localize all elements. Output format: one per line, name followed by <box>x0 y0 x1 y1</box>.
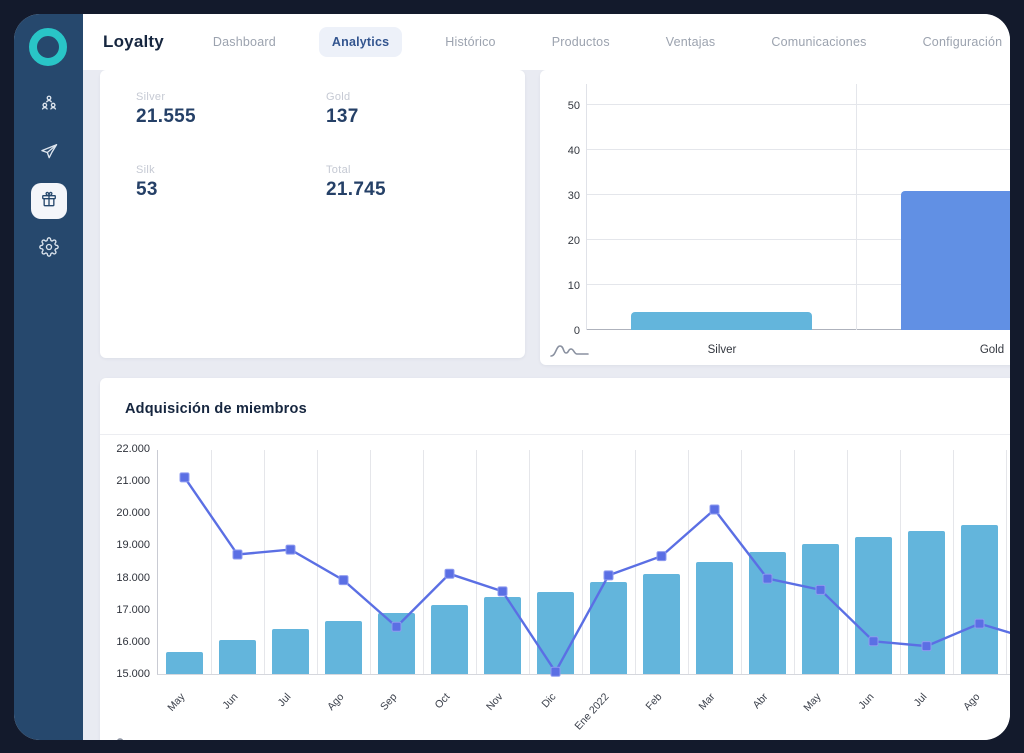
y-tick-label: 19.000 <box>104 539 150 551</box>
nav-tab-productos[interactable]: Productos <box>539 27 623 57</box>
y-tick-label: 20 <box>550 235 580 247</box>
team-icon <box>39 93 59 118</box>
tier-bar-chart: 01020304050SilverGold <box>586 84 1010 330</box>
data-point-oct <box>445 569 454 578</box>
y-tick-label: 16.000 <box>104 636 150 648</box>
app-window: Loyalty Dashboard Analytics Histórico Produ… <box>14 14 1010 740</box>
stat-value: 21.745 <box>326 179 525 201</box>
nav-tab-dashboard[interactable]: Dashboard <box>200 27 289 57</box>
header: Loyalty Dashboard Analytics Histórico Produ… <box>83 14 1010 70</box>
tier-bar-chart-card: 0 10 20 30 40 50 SilverGold <box>540 70 1010 365</box>
amcharts-logo-icon[interactable] <box>108 733 152 740</box>
amcharts-logo-icon[interactable] <box>548 340 592 360</box>
stat-label: Silver <box>136 91 326 103</box>
app-title: Loyalty <box>103 32 164 52</box>
y-tick-label: 22.000 <box>104 443 150 455</box>
stats-grid: Silver 21.555Gold 137 Silk 53Total 21.745 <box>100 70 525 201</box>
app-logo-icon <box>29 28 67 66</box>
member-acquisition-chart: 22.00021.00020.00019.00018.00017.00016.0… <box>157 450 1010 675</box>
stat-value: 53 <box>136 179 326 201</box>
sidebar-item-send[interactable] <box>31 135 67 171</box>
data-point-jun <box>869 637 878 646</box>
stat-gold: Gold 137 <box>326 91 525 128</box>
y-tick-label: 21.000 <box>104 475 150 487</box>
y-tick-label: 18.000 <box>104 572 150 584</box>
nav-tab-histórico[interactable]: Histórico <box>432 27 508 57</box>
y-tick-label: 0 <box>550 325 580 337</box>
divider <box>100 434 1010 435</box>
settings-icon <box>39 237 59 262</box>
stat-total: Total 21.745 <box>326 164 525 201</box>
y-tick-label: 50 <box>550 100 580 112</box>
data-point-sep <box>392 622 401 631</box>
member-acquisition-card: Adquisición de miembros 22.00021.00020.0… <box>100 378 1010 740</box>
main-nav: Dashboard Analytics Histórico Productos Vent… <box>200 27 1010 57</box>
stat-label: Total <box>326 164 525 176</box>
data-point-may <box>816 585 825 594</box>
send-icon <box>39 141 59 166</box>
stat-value: 21.555 <box>136 106 326 128</box>
stat-value: 137 <box>326 106 525 128</box>
sidebar-menu <box>14 87 83 267</box>
stat-label: Gold <box>326 91 525 103</box>
bar-gold <box>901 191 1010 331</box>
data-point-ago <box>975 619 984 628</box>
stat-silver: Silver 21.555 <box>136 91 326 128</box>
nav-tab-analytics[interactable]: Analytics <box>319 27 402 57</box>
x-tick-label: Silver <box>587 344 857 356</box>
data-point-may <box>180 473 189 482</box>
stat-label: Silk <box>136 164 326 176</box>
sidebar <box>14 14 83 740</box>
data-point-ene-2022 <box>604 571 613 580</box>
membership-stats-card: Silver 21.555Gold 137 Silk 53Total 21.745 <box>100 70 525 358</box>
nav-tab-configuración[interactable]: Configuración <box>910 27 1010 57</box>
data-point-abr <box>763 574 772 583</box>
gift-icon <box>39 189 59 214</box>
nav-tab-comunicaciones[interactable]: Comunicaciones <box>758 27 879 57</box>
sidebar-item-gift[interactable] <box>31 183 67 219</box>
data-point-dic <box>551 667 560 676</box>
nav-tab-ventajas[interactable]: Ventajas <box>653 27 729 57</box>
content-area: Silver21.555Gold137Silk53Total21.745 010… <box>83 70 1010 740</box>
data-point-mar <box>710 505 719 514</box>
category-gold <box>856 84 1010 330</box>
chart-title: Adquisición de miembros <box>125 401 307 417</box>
y-tick-label: 20.000 <box>104 507 150 519</box>
bar-silver <box>631 312 811 330</box>
data-point-jul <box>286 545 295 554</box>
data-point-ago <box>339 576 348 585</box>
y-tick-label: 10 <box>550 280 580 292</box>
y-tick-label: 40 <box>550 145 580 157</box>
x-tick-label: Gold <box>857 344 1010 356</box>
data-point-jun <box>233 550 242 559</box>
line-series <box>158 450 1010 675</box>
y-tick-label: 17.000 <box>104 604 150 616</box>
sidebar-item-team[interactable] <box>31 87 67 123</box>
y-tick-label: 15.000 <box>104 668 150 680</box>
sidebar-item-settings[interactable] <box>31 231 67 267</box>
data-point-feb <box>657 552 666 561</box>
category-silver <box>587 84 856 330</box>
stat-silk: Silk 53 <box>136 164 326 201</box>
data-point-nov <box>498 587 507 596</box>
data-point-jul <box>922 642 931 651</box>
y-tick-label: 30 <box>550 190 580 202</box>
